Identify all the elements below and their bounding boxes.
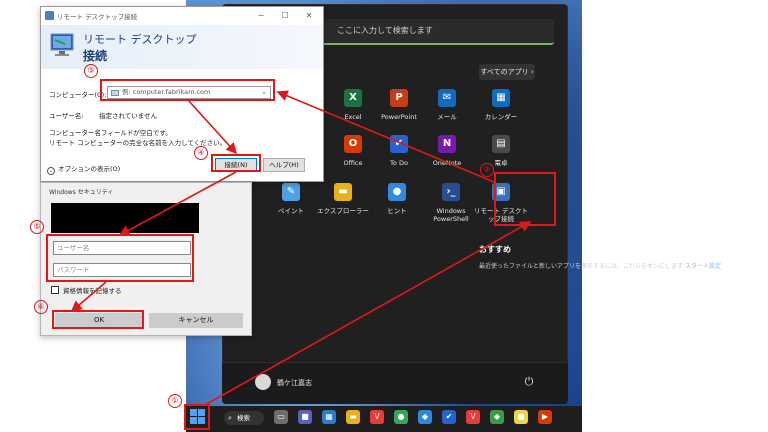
arrow-credentials-to-ok [70,281,107,313]
arrow-field-to-connect [187,99,238,155]
step-4-marker: ④ [194,146,208,160]
arrow-connect-to-credentials [118,171,237,236]
step-2-marker: ② [480,163,494,177]
step-5-marker: ⑤ [30,220,44,234]
annotation-arrows [70,90,532,406]
arrow-start-to-rdp [204,221,532,406]
step-6-marker: ⑥ [34,300,48,314]
arrow-rdp-to-field [276,90,495,183]
step-1-marker: ① [168,394,182,408]
step-3-marker: ③ [84,64,98,78]
screenshot-stage: ここに入力して検索します すべてのアプリ › X Excel P PowerPoint… [0,0,768,432]
